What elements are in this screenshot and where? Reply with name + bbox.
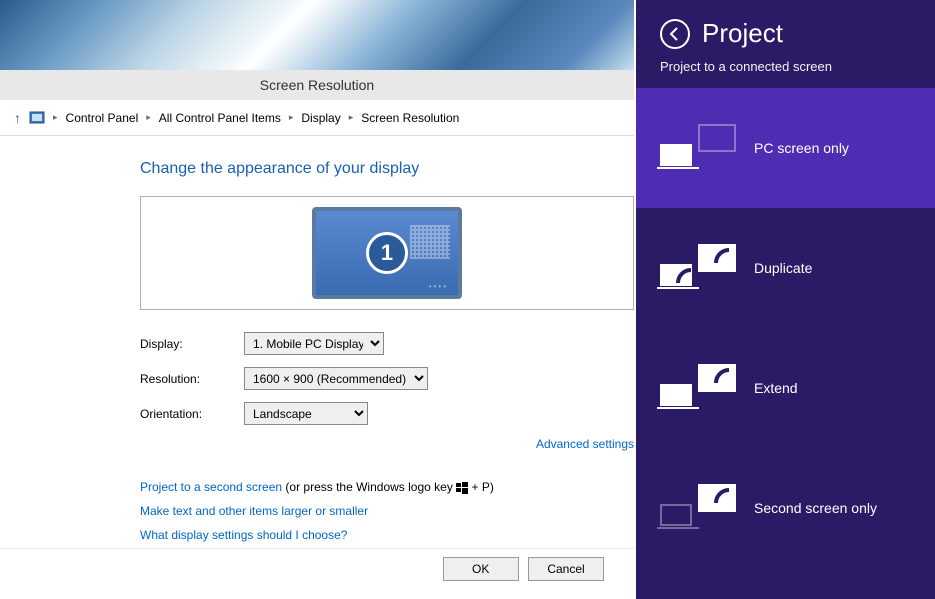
chevron-right-icon: ▸ [146,112,151,123]
display-row: Display: 1. Mobile PC Display [140,332,634,355]
project-charm-panel: Project Project to a connected screen PC… [636,0,935,599]
monitor-grid-pattern [410,225,450,259]
project-option-second-only[interactable]: Second screen only [636,448,935,568]
breadcrumb-item[interactable]: All Control Panel Items [159,111,281,125]
chevron-right-icon: ▸ [53,112,58,123]
monitor-dots: •••• [429,282,448,291]
help-link[interactable]: What display settings should I choose? [140,528,347,542]
main-content: Change the appearance of your display 1 … [0,136,634,547]
project-second-screen-link[interactable]: Project to a second screen [140,480,282,494]
windows-key-icon [456,482,468,494]
option-label: Second screen only [754,500,877,516]
second-only-icon [660,484,736,532]
charm-header: Project Project to a connected screen [636,0,935,88]
orientation-row: Orientation: Landscape [140,402,634,425]
ok-button[interactable]: OK [443,557,519,581]
breadcrumb-item[interactable]: Display [301,111,340,125]
orientation-label: Orientation: [140,407,244,421]
resolution-row: Resolution: 1600 × 900 (Recommended) [140,367,634,390]
chevron-right-icon: ▸ [289,112,294,123]
project-option-duplicate[interactable]: Duplicate [636,208,935,328]
dialog-buttons: OK Cancel [0,548,634,589]
project-hint-text-1: (or press the Windows logo key [282,480,456,494]
display-preview-frame: 1 •••• [140,196,634,310]
display-label: Display: [140,337,244,351]
duplicate-icon [660,244,736,292]
advanced-settings-link[interactable]: Advanced settings [536,437,634,451]
up-icon[interactable]: ↑ [14,110,21,126]
orientation-select[interactable]: Landscape [244,402,368,425]
project-option-pc-only[interactable]: PC screen only [636,88,935,208]
help-links: Project to a second screen (or press the… [140,475,634,547]
charm-title: Project [702,18,783,49]
breadcrumb: ↑ ▸ Control Panel ▸ All Control Panel It… [0,100,634,136]
option-label: Extend [754,380,798,396]
control-panel-icon [29,110,45,126]
monitor-number: 1 [366,232,408,274]
charm-subtitle: Project to a connected screen [660,59,911,74]
arrow-left-icon [667,26,683,42]
cancel-button[interactable]: Cancel [528,557,604,581]
project-hint-text-2: + P) [468,480,494,494]
option-label: PC screen only [754,140,849,156]
window-title: Screen Resolution [0,70,634,100]
chevron-right-icon: ▸ [349,112,354,123]
extend-icon [660,364,736,412]
monitor-preview[interactable]: 1 •••• [312,207,462,299]
pc-only-icon [660,124,736,172]
project-option-extend[interactable]: Extend [636,328,935,448]
display-select[interactable]: 1. Mobile PC Display [244,332,384,355]
desktop-wallpaper [0,0,634,70]
breadcrumb-item[interactable]: Screen Resolution [361,111,459,125]
back-button[interactable] [660,19,690,49]
page-heading: Change the appearance of your display [140,160,634,178]
resolution-label: Resolution: [140,372,244,386]
option-label: Duplicate [754,260,812,276]
breadcrumb-item[interactable]: Control Panel [66,111,139,125]
resolution-select[interactable]: 1600 × 900 (Recommended) [244,367,428,390]
advanced-settings-row: Advanced settings [140,437,634,451]
text-size-link[interactable]: Make text and other items larger or smal… [140,504,368,518]
